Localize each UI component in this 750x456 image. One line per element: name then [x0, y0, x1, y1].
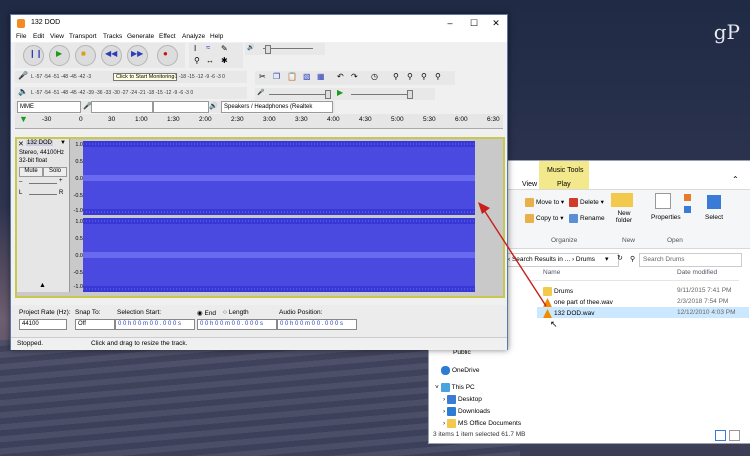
drag-arrow-annotation: [478, 202, 547, 307]
